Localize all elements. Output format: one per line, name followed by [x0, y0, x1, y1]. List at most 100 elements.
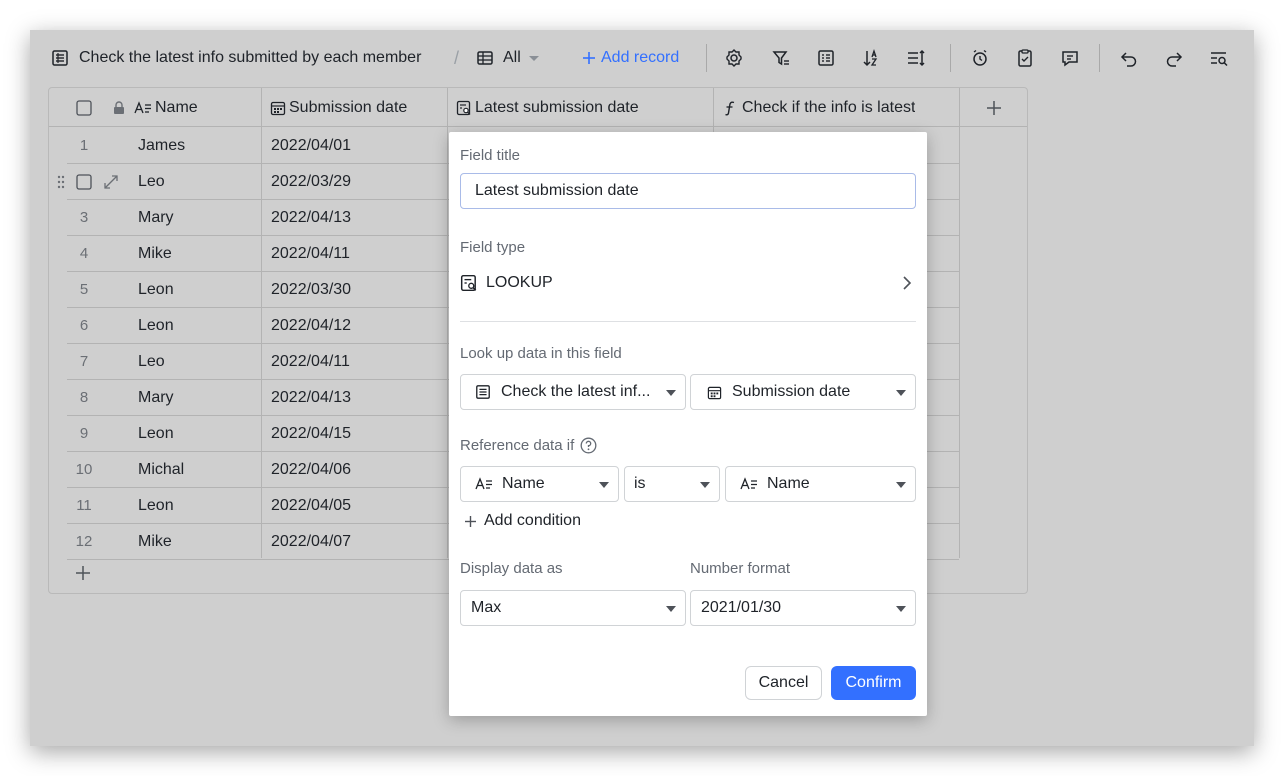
cancel-button[interactable]: Cancel [745, 666, 822, 700]
add-record-label: Add record [601, 49, 680, 66]
divider [460, 321, 916, 322]
name-cell[interactable]: Michal [138, 452, 184, 488]
plus-icon [76, 566, 90, 580]
chevron-down-icon [896, 482, 906, 488]
field-title-input[interactable]: Latest submission date [460, 173, 916, 209]
condition-operator-select[interactable]: is [624, 466, 720, 502]
column-header-label: Submission date [289, 98, 408, 116]
date-cell[interactable]: 2022/03/29 [271, 164, 351, 200]
date-cell[interactable]: 2022/04/12 [271, 308, 351, 344]
row-number: 10 [75, 461, 93, 478]
add-row-button[interactable] [75, 565, 91, 586]
row-height-icon[interactable] [904, 46, 928, 70]
search-icon[interactable] [1207, 46, 1231, 70]
name-cell[interactable]: Mary [138, 200, 174, 236]
add-condition-label: Add condition [484, 512, 581, 529]
name-cell[interactable]: Mike [138, 236, 172, 272]
select-all-checkbox[interactable] [76, 88, 92, 127]
add-column-button[interactable] [986, 88, 1002, 127]
settings-icon[interactable] [722, 46, 746, 70]
column-header-name[interactable]: Name [134, 88, 198, 127]
lookup-table-select[interactable]: Check the latest inf... [460, 374, 686, 410]
date-cell[interactable]: 2022/04/15 [271, 416, 351, 452]
lookup-field-select[interactable]: Submission date [690, 374, 916, 410]
confirm-button[interactable]: Confirm [831, 666, 916, 700]
table-icon [476, 385, 490, 399]
chevron-down-icon [666, 606, 676, 612]
name-cell[interactable]: Leo [138, 164, 165, 200]
form-icon[interactable] [1013, 46, 1037, 70]
add-condition-button[interactable]: Add condition [464, 512, 581, 530]
chevron-down-icon [896, 390, 906, 396]
date-field-icon [707, 386, 722, 399]
display-select[interactable]: Max [460, 590, 686, 626]
table-title[interactable]: Check the latest info submitted by each … [79, 44, 421, 72]
field-title-label: Field title [460, 147, 521, 164]
help-icon[interactable] [580, 437, 597, 454]
name-cell[interactable]: Leo [138, 344, 165, 380]
table-icon [51, 44, 69, 72]
filter-icon[interactable] [769, 46, 793, 70]
comment-icon[interactable] [1058, 46, 1082, 70]
column-header-latest-submission-date[interactable]: Latest submission date [456, 88, 639, 127]
condition-operator-value: is [634, 475, 646, 492]
date-cell[interactable]: 2022/04/11 [271, 344, 350, 380]
grid-view-icon [476, 44, 494, 72]
date-cell[interactable]: 2022/04/06 [271, 452, 351, 488]
name-cell[interactable]: Mary [138, 380, 174, 416]
name-cell[interactable]: Leon [138, 488, 174, 524]
toolbar-divider [1099, 44, 1100, 72]
date-cell[interactable]: 2022/04/05 [271, 488, 351, 524]
chevron-down-icon [599, 482, 609, 488]
chevron-down-icon [896, 606, 906, 612]
add-record-button[interactable]: Add record [581, 44, 679, 72]
name-cell[interactable]: Mike [138, 524, 172, 560]
view-selector[interactable]: All [503, 44, 521, 72]
automation-icon[interactable] [968, 46, 992, 70]
undo-icon[interactable] [1117, 46, 1141, 70]
expand-icon[interactable] [103, 174, 119, 195]
sort-icon[interactable] [859, 46, 883, 70]
name-cell[interactable]: Leon [138, 308, 174, 344]
toolbar: Check the latest info submitted by each … [30, 30, 1254, 86]
date-cell[interactable]: 2022/04/13 [271, 200, 351, 236]
field-type-value: LOOKUP [486, 274, 553, 291]
name-cell[interactable]: James [138, 128, 185, 164]
date-cell[interactable]: 2022/03/30 [271, 272, 351, 308]
lookup-field-value: Submission date [732, 383, 851, 400]
date-cell[interactable]: 2022/04/07 [271, 524, 351, 560]
formula-field-icon [725, 100, 735, 115]
condition-value-select[interactable]: Name [725, 466, 916, 502]
condition-field-select[interactable]: Name [460, 466, 619, 502]
row-number: 9 [79, 425, 89, 442]
text-field-icon [740, 477, 757, 490]
row-number: 7 [79, 353, 89, 370]
row-number: 1 [79, 137, 89, 154]
drag-handle-icon[interactable] [56, 175, 66, 194]
chevron-down-icon[interactable] [528, 44, 540, 72]
display-label: Display data as [460, 560, 563, 577]
toolbar-divider [706, 44, 707, 72]
date-cell[interactable]: 2022/04/01 [271, 128, 351, 164]
text-field-icon [134, 100, 151, 113]
column-header-label: Latest submission date [475, 98, 639, 116]
date-cell[interactable]: 2022/04/13 [271, 380, 351, 416]
group-icon[interactable] [814, 46, 838, 70]
column-divider [959, 88, 960, 558]
field-type-selector[interactable]: LOOKUP [460, 270, 916, 296]
row-checkbox[interactable] [76, 174, 92, 195]
chevron-right-icon [903, 276, 912, 290]
chevron-down-icon [666, 390, 676, 396]
number-format-select[interactable]: 2021/01/30 [690, 590, 916, 626]
date-cell[interactable]: 2022/04/11 [271, 236, 350, 272]
row-number: 12 [75, 533, 93, 550]
lock-icon [112, 88, 126, 127]
date-field-icon [270, 101, 286, 115]
name-cell[interactable]: Leon [138, 272, 174, 308]
redo-icon[interactable] [1162, 46, 1186, 70]
row-number: 8 [79, 389, 89, 406]
name-cell[interactable]: Leon [138, 416, 174, 452]
plus-icon [583, 52, 595, 64]
column-header-submission-date[interactable]: Submission date [270, 88, 407, 127]
column-header-check-latest[interactable]: Check if the info is latest [723, 88, 915, 127]
